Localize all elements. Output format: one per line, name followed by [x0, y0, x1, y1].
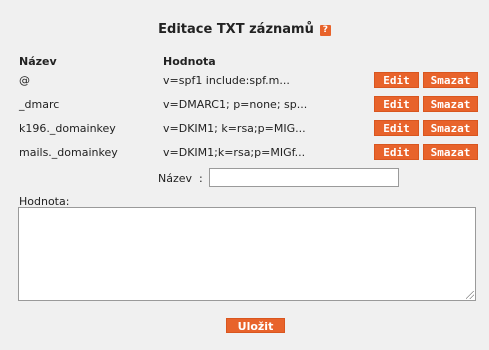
edit-button[interactable]: Edit — [374, 96, 419, 112]
name-input[interactable] — [209, 168, 399, 187]
page-title: Editace TXT záznamů? — [0, 22, 489, 37]
edit-button[interactable]: Edit — [374, 120, 419, 136]
edit-button[interactable]: Edit — [374, 72, 419, 88]
column-header-name: Název — [19, 55, 57, 68]
record-name: mails._domainkey — [19, 146, 118, 159]
delete-button[interactable]: Smazat — [423, 120, 478, 136]
value-textarea[interactable] — [18, 207, 476, 301]
record-value: v=DKIM1;k=rsa;p=MIGf... — [163, 146, 306, 159]
delete-button[interactable]: Smazat — [423, 72, 478, 88]
table-row: _dmarc v=DMARC1; p=none; sp... Edit Smaz… — [0, 96, 489, 114]
record-name: _dmarc — [19, 98, 60, 111]
edit-button[interactable]: Edit — [374, 144, 419, 160]
record-value: v=spf1 include:spf.m... — [163, 74, 290, 87]
table-row: k196._domainkey v=DKIM1; k=rsa;p=MIG... … — [0, 120, 489, 138]
delete-button[interactable]: Smazat — [423, 96, 478, 112]
column-header-value: Hodnota — [163, 55, 216, 68]
record-value: v=DMARC1; p=none; sp... — [163, 98, 308, 111]
delete-button[interactable]: Smazat — [423, 144, 478, 160]
name-field-label: Název : — [158, 172, 203, 185]
help-icon[interactable]: ? — [319, 25, 331, 36]
save-button[interactable]: Uložit — [226, 318, 285, 333]
resize-grip-icon[interactable] — [466, 291, 474, 299]
table-row: @ v=spf1 include:spf.m... Edit Smazat — [0, 72, 489, 90]
table-row: mails._domainkey v=DKIM1;k=rsa;p=MIGf...… — [0, 144, 489, 162]
record-value: v=DKIM1; k=rsa;p=MIG... — [163, 122, 306, 135]
record-name: @ — [19, 74, 30, 87]
record-name: k196._domainkey — [19, 122, 116, 135]
page-title-text: Editace TXT záznamů — [158, 22, 314, 37]
